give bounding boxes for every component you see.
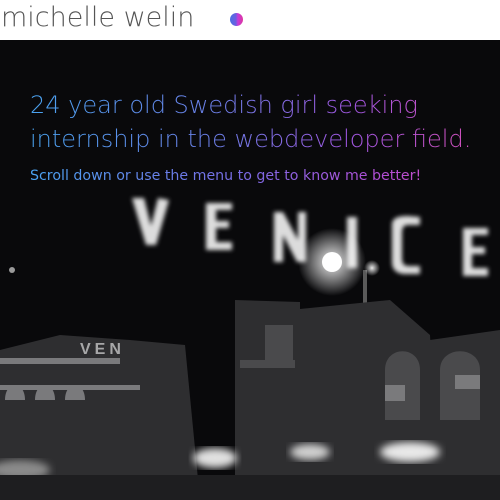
hero-headline: 24 year old Swedish girl seeking interns… — [30, 88, 490, 156]
gradient-circle-icon — [230, 13, 243, 26]
svg-text:VEN: VEN — [80, 341, 125, 358]
hero-section: VEN 24 year old Swedish girl seeking int… — [0, 40, 500, 500]
hero-subline: Scroll down or use the menu to get to kn… — [30, 165, 495, 187]
site-logo[interactable]: michelle welin — [1, 0, 194, 36]
site-header: michelle welin — [0, 0, 500, 40]
